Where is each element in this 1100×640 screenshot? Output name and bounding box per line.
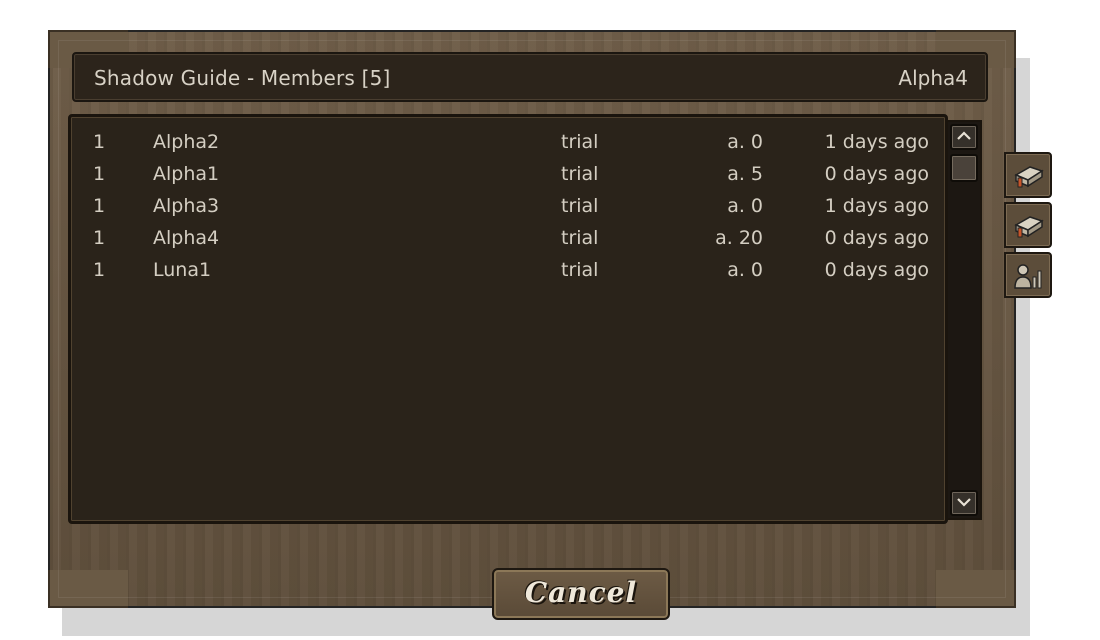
side-tab-book[interactable] [1004, 152, 1052, 198]
scroll-thumb[interactable] [950, 154, 978, 182]
member-name: Alpha3 [153, 195, 220, 217]
member-name: Alpha4 [153, 227, 220, 249]
scroll-up-button[interactable] [950, 124, 978, 150]
window-title: Shadow Guide - Members [5] [94, 66, 391, 90]
side-tab-member-stats[interactable] [1004, 252, 1052, 298]
member-row[interactable]: 1 Alpha1 trial a. 5 0 days ago [71, 161, 945, 191]
member-activity: a. 5 [727, 163, 763, 185]
member-row[interactable]: 1 Luna1 trial a. 0 0 days ago [71, 257, 945, 287]
book-icon [1014, 166, 1044, 188]
player-name: Alpha4 [898, 66, 968, 90]
member-last-seen: 1 days ago [824, 131, 929, 153]
cancel-button[interactable]: Cancel [492, 568, 670, 620]
member-row[interactable]: 1 Alpha2 trial a. 0 1 days ago [71, 129, 945, 159]
chevron-down-icon [957, 498, 971, 507]
member-stats-icon [1014, 264, 1042, 289]
member-activity: a. 0 [727, 259, 763, 281]
guild-members-window: Shadow Guide - Members [5] Alpha4 1 Alph… [48, 30, 1016, 620]
member-last-seen: 0 days ago [824, 163, 929, 185]
member-activity: a. 0 [727, 195, 763, 217]
member-last-seen: 1 days ago [824, 195, 929, 217]
member-rank: 1 [93, 259, 106, 281]
chevron-up-icon [957, 131, 971, 140]
frame-corner [48, 570, 128, 608]
member-name: Alpha1 [153, 163, 220, 185]
member-activity: a. 0 [727, 131, 763, 153]
member-last-seen: 0 days ago [824, 259, 929, 281]
member-name: Luna1 [153, 259, 212, 281]
book-icon [1014, 216, 1044, 238]
member-last-seen: 0 days ago [824, 227, 929, 249]
member-rank-name: trial [561, 163, 599, 185]
member-activity: a. 20 [715, 227, 763, 249]
member-name: Alpha2 [153, 131, 220, 153]
member-rank-name: trial [561, 259, 599, 281]
title-bar: Shadow Guide - Members [5] Alpha4 [72, 52, 988, 102]
member-rank-name: trial [561, 195, 599, 217]
member-rank: 1 [93, 195, 106, 217]
member-rank: 1 [93, 131, 106, 153]
member-rank-name: trial [561, 131, 599, 153]
member-rank: 1 [93, 227, 106, 249]
member-list-scrollbar[interactable] [946, 120, 982, 520]
member-rank-name: trial [561, 227, 599, 249]
side-tab-book[interactable] [1004, 202, 1052, 248]
member-rank: 1 [93, 163, 106, 185]
member-row[interactable]: 1 Alpha4 trial a. 20 0 days ago [71, 225, 945, 255]
member-row[interactable]: 1 Alpha3 trial a. 0 1 days ago [71, 193, 945, 223]
scroll-down-button[interactable] [950, 490, 978, 516]
frame-corner [936, 570, 1016, 608]
member-list: 1 Alpha2 trial a. 0 1 days ago 1 Alpha1 … [68, 114, 948, 524]
